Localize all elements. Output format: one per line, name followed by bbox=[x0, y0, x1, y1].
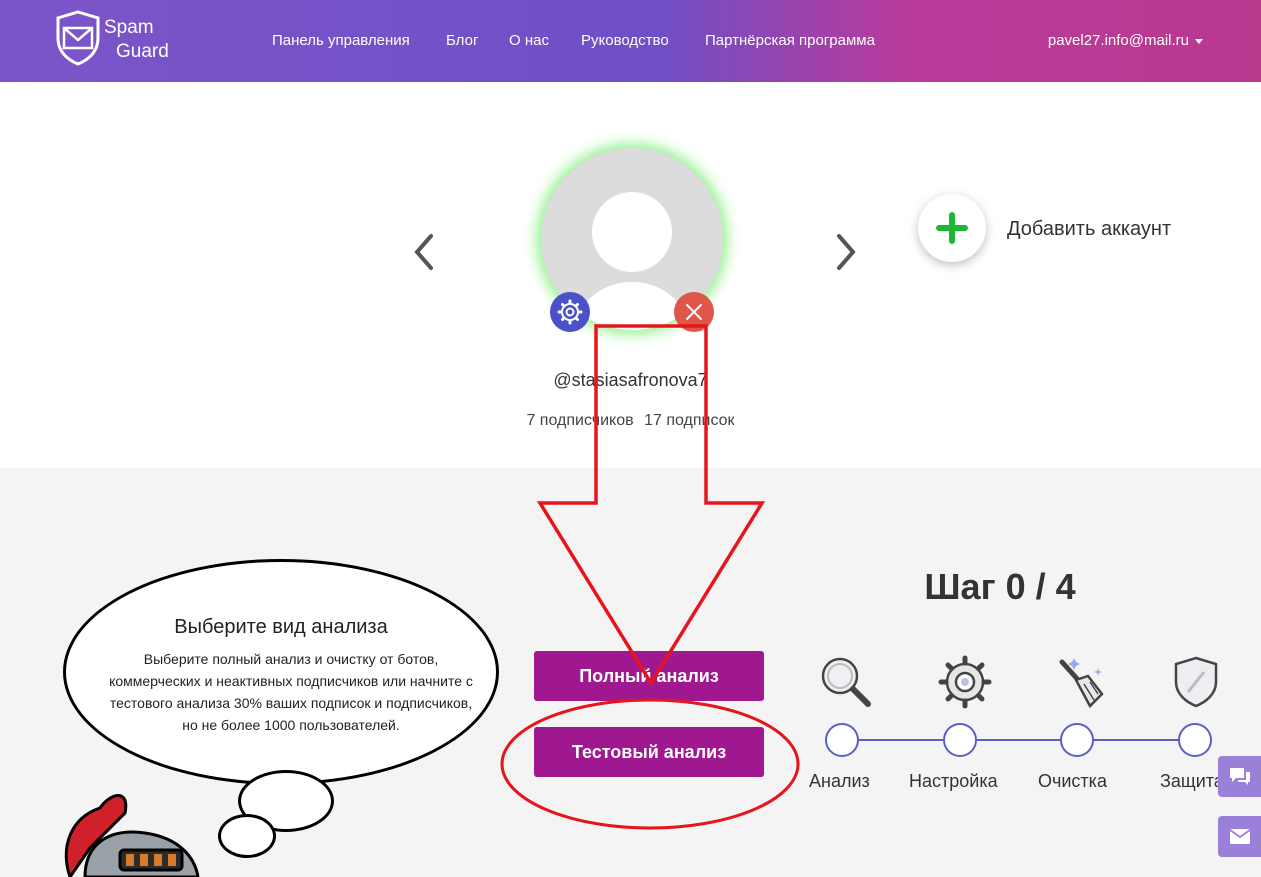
nav-blog[interactable]: Блог bbox=[446, 32, 478, 49]
step-dot-cleaning bbox=[1060, 723, 1094, 757]
test-analysis-button[interactable]: Тестовый анализ bbox=[534, 727, 764, 777]
email-button[interactable] bbox=[1218, 816, 1261, 857]
chat-button[interactable] bbox=[1218, 756, 1261, 797]
envelope-icon bbox=[1229, 829, 1251, 844]
user-email: pavel27.info@mail.ru bbox=[1047, 32, 1189, 49]
followers-count: 7 подписчиков bbox=[526, 412, 634, 429]
account-username: @stasiasafronova7 bbox=[553, 370, 708, 390]
account-stats: 7 подписчиков 17 подписок bbox=[0, 412, 1261, 430]
account-settings-button[interactable] bbox=[550, 292, 590, 332]
step-counter: Шаг 0 / 4 bbox=[924, 566, 1076, 607]
logo[interactable]: Spam Guard bbox=[54, 10, 184, 68]
knight-mascot-icon bbox=[64, 794, 200, 877]
top-navbar: Spam Guard Панель управления Блог О нас … bbox=[0, 0, 1261, 82]
user-menu[interactable]: pavel27.info@mail.ru bbox=[1048, 32, 1203, 49]
following-count: 17 подписок bbox=[644, 412, 735, 429]
add-account-button[interactable] bbox=[918, 194, 986, 262]
steps-progress-line bbox=[842, 739, 1197, 741]
shield-icon bbox=[1174, 656, 1218, 708]
magnifier-icon bbox=[821, 657, 871, 707]
gear-icon bbox=[557, 299, 583, 325]
avatar-head bbox=[592, 192, 672, 272]
add-account-label[interactable]: Добавить аккаунт bbox=[1007, 218, 1171, 241]
close-icon bbox=[686, 304, 702, 320]
nav-guide[interactable]: Руководство bbox=[581, 32, 669, 49]
step-dot-protection bbox=[1178, 723, 1212, 757]
logo-line-2: Guard bbox=[116, 41, 169, 62]
chevron-left-icon[interactable] bbox=[405, 222, 445, 282]
nav-dashboard[interactable]: Панель управления bbox=[272, 32, 410, 49]
plus-icon bbox=[936, 212, 968, 244]
chat-icon bbox=[1230, 768, 1250, 785]
remove-account-button[interactable] bbox=[674, 292, 714, 332]
step-dot-settings bbox=[943, 723, 977, 757]
step-dot-analysis bbox=[825, 723, 859, 757]
logo-text: Spam Guard bbox=[104, 16, 169, 64]
nav-affiliate[interactable]: Партнёрская программа bbox=[705, 32, 875, 49]
step-label-protection: Защита bbox=[1160, 771, 1218, 791]
full-analysis-button[interactable]: Полный анализ bbox=[534, 651, 764, 701]
step-label-settings: Настройка bbox=[909, 771, 998, 791]
logo-line-1: Spam bbox=[104, 17, 154, 38]
nav-about[interactable]: О нас bbox=[509, 32, 549, 49]
gear-icon bbox=[938, 655, 992, 709]
caret-down-icon bbox=[1195, 38, 1203, 44]
step-label-analysis: Анализ bbox=[809, 771, 870, 791]
step-label-cleaning: Очистка bbox=[1038, 771, 1107, 791]
thought-bubble-small bbox=[218, 814, 276, 858]
shield-envelope-icon bbox=[56, 10, 100, 66]
analysis-section: Выберите вид анализа Выберите полный ана… bbox=[0, 468, 1261, 877]
chevron-right-icon[interactable] bbox=[826, 222, 866, 282]
bubble-title: Выберите вид анализа bbox=[174, 616, 388, 638]
broom-icon bbox=[1059, 658, 1104, 709]
account-carousel: @stasiasafronova7 7 подписчиков 17 подпи… bbox=[0, 82, 1261, 468]
bubble-text: Выберите полный анализ и очистку от бото… bbox=[109, 651, 473, 733]
